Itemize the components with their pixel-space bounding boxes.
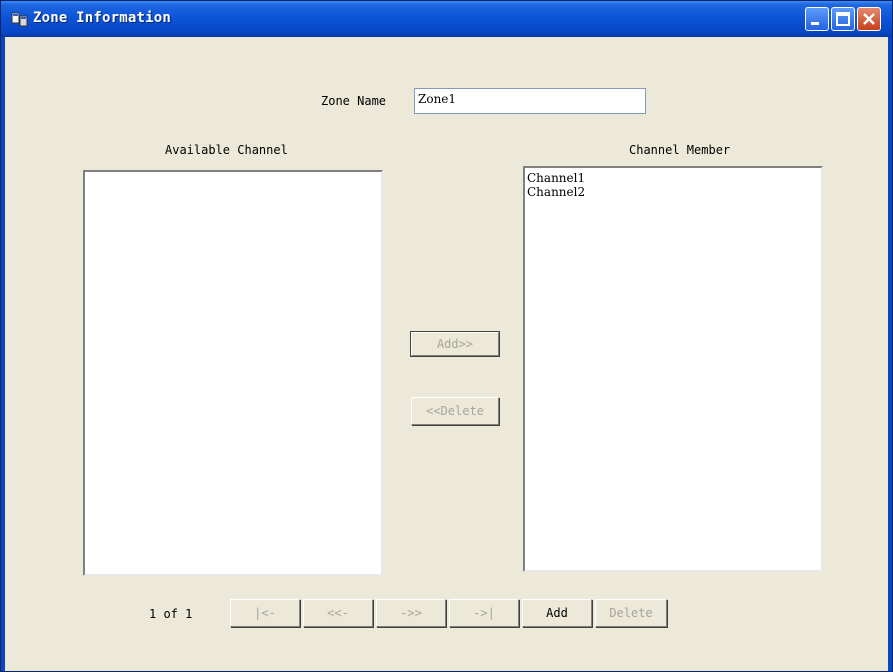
- app-icon: [11, 12, 28, 27]
- add-button[interactable]: Add: [522, 599, 592, 627]
- close-icon: [863, 13, 875, 25]
- maximize-button[interactable]: [831, 7, 855, 31]
- title-bar[interactable]: Zone Information: [1, 1, 892, 37]
- channel-member-header: Channel Member: [629, 143, 731, 157]
- page-indicator: 1 of 1: [149, 607, 193, 621]
- minimize-button[interactable]: [805, 7, 829, 31]
- add-to-member-button[interactable]: Add>>: [410, 331, 500, 357]
- maximize-icon: [836, 12, 850, 26]
- available-channel-list[interactable]: [83, 170, 383, 576]
- last-page-button[interactable]: ->|: [449, 599, 519, 627]
- next-page-button[interactable]: ->>: [376, 599, 446, 627]
- previous-page-button[interactable]: <<-: [303, 599, 373, 627]
- close-button[interactable]: [857, 7, 881, 31]
- window-title: Zone Information: [33, 10, 172, 26]
- list-item[interactable]: Channel1: [525, 171, 821, 185]
- channel-member-list[interactable]: Channel1 Channel2: [523, 166, 823, 572]
- window-frame-right: [888, 37, 892, 671]
- delete-from-member-button[interactable]: <<Delete: [411, 397, 499, 425]
- zone-name-label: Zone Name: [321, 94, 387, 108]
- delete-button[interactable]: Delete: [595, 599, 667, 627]
- minimize-icon: [811, 22, 819, 25]
- list-item[interactable]: Channel2: [525, 185, 821, 199]
- window-frame-left: [1, 37, 5, 671]
- available-channel-header: Available Channel: [165, 143, 288, 157]
- first-page-button[interactable]: |<-: [230, 599, 300, 627]
- zone-information-window: Zone Information Zone Name Zone1 Availab…: [0, 0, 893, 672]
- zone-name-input[interactable]: Zone1: [414, 88, 646, 114]
